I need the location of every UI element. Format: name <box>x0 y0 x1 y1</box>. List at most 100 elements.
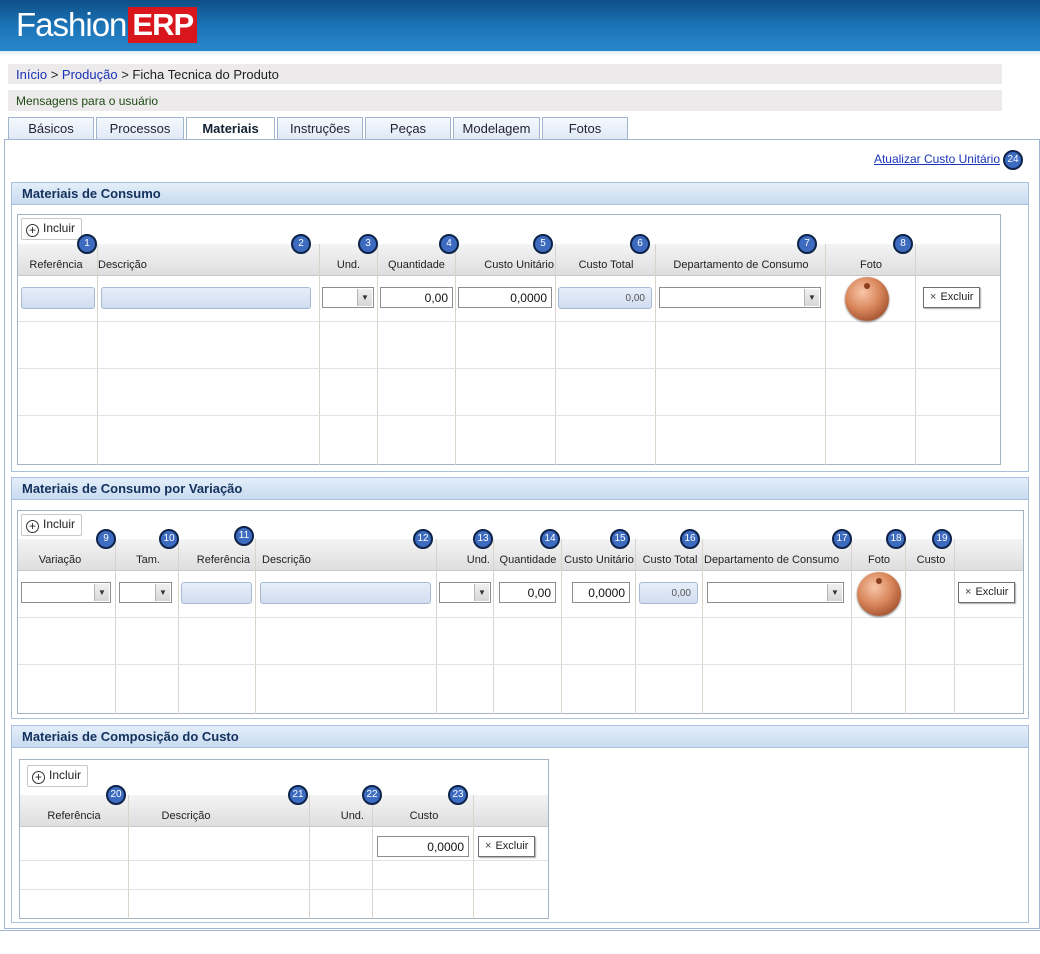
callout-badge: 1 <box>77 234 97 254</box>
footer-bar <box>0 930 1040 954</box>
column-divider <box>436 539 437 714</box>
callout-badge: 21 <box>288 785 308 805</box>
referencia-field[interactable] <box>181 582 252 604</box>
chevron-down-icon: ▼ <box>94 584 109 601</box>
und-select[interactable]: ▼ <box>322 287 374 308</box>
column-divider <box>309 795 310 919</box>
column-divider <box>905 539 906 714</box>
column-divider <box>372 795 373 919</box>
callout-badge: 19 <box>932 529 952 549</box>
col-referencia: Referência <box>29 259 83 271</box>
callout-badge: 17 <box>832 529 852 549</box>
breadcrumb-separator: > <box>121 67 129 82</box>
departamento-select[interactable]: ▼ <box>707 582 844 603</box>
tab-fotos[interactable]: Fotos <box>542 117 628 139</box>
consumption-grid: + Incluir Referência Descrição Und. Quant… <box>17 214 1001 465</box>
callout-badge: 5 <box>533 234 553 254</box>
und-select[interactable]: ▼ <box>439 582 491 603</box>
delete-label: Excluir <box>495 840 529 852</box>
col-custo: Custo <box>409 810 439 822</box>
descricao-field[interactable] <box>260 582 431 604</box>
col-custo-unitario: Custo Unitário <box>484 259 554 271</box>
variacao-select[interactable]: ▼ <box>21 582 111 603</box>
breadcrumb-area-link[interactable]: Produção <box>62 67 118 82</box>
grid-header: Referência Descrição Und. Custo <box>20 795 548 827</box>
col-descricao: Descrição <box>98 259 147 271</box>
photo-thumbnail[interactable] <box>857 572 901 616</box>
column-divider <box>825 244 826 465</box>
callout-badge: 6 <box>630 234 650 254</box>
tab-instrucoes[interactable]: Instruções <box>277 117 363 139</box>
app-header: Fashion ERP <box>0 0 1040 56</box>
breadcrumb-separator: > <box>50 67 59 82</box>
descricao-field[interactable] <box>101 287 311 309</box>
tab-processos[interactable]: Processos <box>96 117 184 139</box>
delete-row-button[interactable]: × Excluir <box>958 582 1016 603</box>
tab-materiais[interactable]: Materiais <box>186 117 275 140</box>
custo-unitario-input[interactable]: 0,0000 <box>458 287 552 308</box>
tab-modelagem[interactable]: Modelagem <box>453 117 540 139</box>
tab-pecas[interactable]: Peças <box>365 117 451 139</box>
col-custo: Custo <box>916 554 946 566</box>
callout-badge: 13 <box>473 529 493 549</box>
col-foto: Foto <box>859 259 882 271</box>
row-divider <box>18 664 1023 665</box>
col-departamento: Departamento de Consumo <box>673 259 809 271</box>
chevron-down-icon: ▼ <box>474 584 489 601</box>
update-unit-cost-link[interactable]: Atualizar Custo Unitário <box>874 152 1000 166</box>
callout-badge: 20 <box>106 785 126 805</box>
include-label: Incluir <box>43 221 76 235</box>
callout-badge: 4 <box>439 234 459 254</box>
photo-thumbnail[interactable] <box>845 277 889 321</box>
breadcrumb-current: Ficha Tecnica do Produto <box>132 67 279 82</box>
column-divider <box>97 244 98 465</box>
chevron-down-icon: ▼ <box>827 584 842 601</box>
tamanho-select[interactable]: ▼ <box>119 582 172 603</box>
column-divider <box>128 795 129 919</box>
col-departamento: Departamento de Consumo <box>704 554 840 566</box>
column-divider <box>635 539 636 714</box>
column-divider <box>655 244 656 465</box>
col-descricao: Descrição <box>161 810 211 822</box>
include-label: Incluir <box>49 768 82 782</box>
column-divider <box>561 539 562 714</box>
col-und: Und. <box>336 259 361 271</box>
callout-badge: 3 <box>358 234 378 254</box>
column-divider <box>255 539 256 714</box>
referencia-field[interactable] <box>21 287 95 309</box>
quantidade-input[interactable]: 0,00 <box>380 287 453 308</box>
breadcrumb-home-link[interactable]: Início <box>16 67 47 82</box>
include-button[interactable]: + Incluir <box>21 218 83 240</box>
cost-composition-grid: + Incluir Referência Descrição Und. Custo… <box>19 759 549 919</box>
delete-row-button[interactable]: × Excluir <box>478 836 536 857</box>
column-divider <box>915 244 916 465</box>
quantidade-input[interactable]: 0,00 <box>499 582 556 603</box>
callout-badge: 8 <box>893 234 913 254</box>
departamento-select[interactable]: ▼ <box>659 287 821 308</box>
custo-total-field: 0,00 <box>639 582 698 604</box>
fashion-erp-logo: Fashion ERP <box>16 6 198 44</box>
callout-badge: 24 <box>1003 150 1023 170</box>
delete-row-button[interactable]: × Excluir <box>923 287 981 308</box>
custo-unitario-input[interactable]: 0,0000 <box>572 582 630 603</box>
callout-badge: 9 <box>96 529 116 549</box>
include-button[interactable]: + Incluir <box>21 514 83 536</box>
callout-badge: 22 <box>362 785 382 805</box>
chevron-down-icon: ▼ <box>357 289 372 306</box>
logo-badge: ERP <box>128 7 198 43</box>
grid-header: Referência Descrição Und. Quantidade Cus… <box>18 244 1000 276</box>
column-divider <box>702 539 703 714</box>
callout-badge: 15 <box>610 529 630 549</box>
section-cost-composition: Materiais de Composição do Custo + Inclui… <box>11 725 1029 923</box>
row-divider <box>18 321 1000 322</box>
row-divider <box>20 889 548 890</box>
tab-basicos[interactable]: Básicos <box>8 117 94 139</box>
column-divider <box>178 539 179 714</box>
custo-input[interactable]: 0,0000 <box>377 836 469 857</box>
column-divider <box>377 244 378 465</box>
include-button[interactable]: + Incluir <box>27 765 89 787</box>
tab-bar: Básicos Processos Materiais Instruções P… <box>8 117 630 140</box>
col-custo-total: Custo Total <box>578 259 634 271</box>
callout-badge: 11 <box>234 526 254 546</box>
plus-icon: + <box>26 520 39 533</box>
